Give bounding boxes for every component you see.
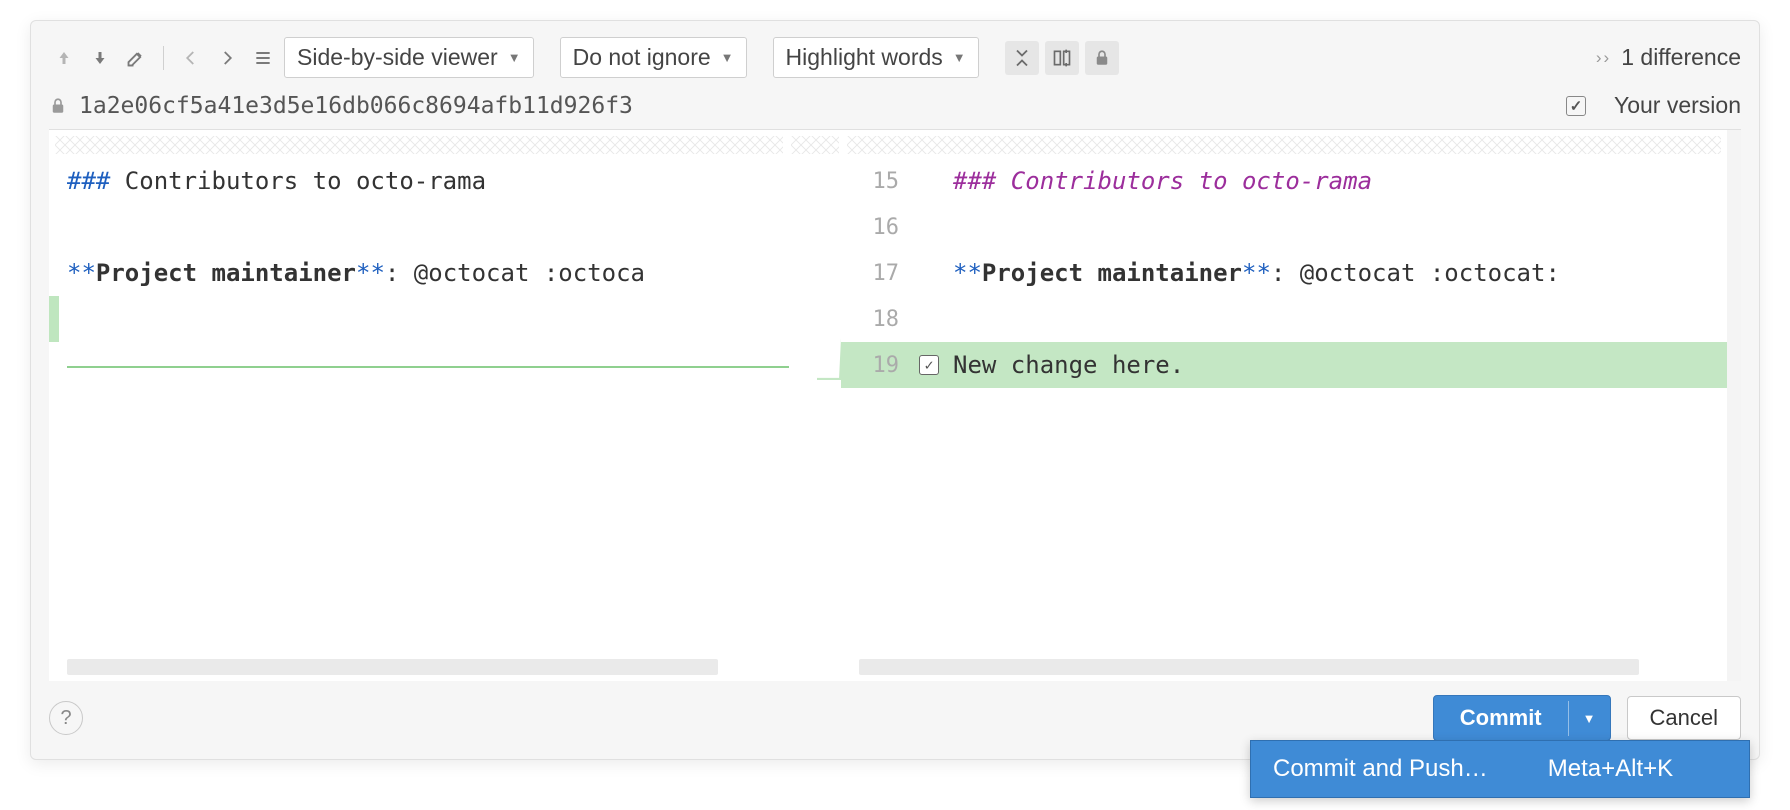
fold-indicator [791,136,839,154]
forward-icon[interactable] [212,43,242,73]
added-text: New change here. [947,351,1727,379]
dialog-footer: ? Commit ▼ Cancel [49,681,1741,741]
highlight-mode-label: Highlight words [786,44,943,71]
commit-menu-popup: Commit and Push… Meta+Alt+K [1250,740,1750,798]
collapse-unchanged-icon[interactable] [1005,41,1039,75]
line-number: 19 [841,353,911,378]
line-number: 17 [841,261,911,286]
include-checkbox[interactable]: ✓ [1566,96,1586,116]
code-line [49,296,789,342]
code-line: 17 **Project maintainer**: @octocat :oct… [841,250,1727,296]
line-number: 15 [841,169,911,194]
diff-connector [789,130,841,681]
sync-scroll-icon[interactable] [1045,41,1079,75]
fold-indicator [847,136,1721,154]
line-number: 18 [841,307,911,332]
code-line: 15 ### Contributors to octo-rama [841,158,1727,204]
commit-hash: 1a2e06cf5a41e3d5e16db066c8694afb11d926f3 [79,93,839,119]
caret-down-icon: ▼ [953,50,966,65]
left-diff-pane[interactable]: ### Contributors to octo-rama **Project … [49,130,789,681]
help-icon[interactable]: ? [49,701,83,735]
code-line: 18 [841,296,1727,342]
diff-bridge [817,338,841,380]
added-line: 19 ✓ New change here. [841,342,1727,388]
commit-and-push-item[interactable]: Commit and Push… [1273,755,1488,783]
shortcut-label: Meta+Alt+K [1548,755,1673,783]
lock-icon [49,97,69,115]
settings-lines-icon[interactable] [248,43,278,73]
viewer-mode-label: Side-by-side viewer [297,44,498,71]
fold-indicator [55,136,783,154]
horizontal-scrollbar[interactable] [67,659,718,675]
back-icon[interactable] [176,43,206,73]
diff-count: ›› 1 difference [1596,44,1741,71]
commit-button[interactable]: Commit ▼ [1433,695,1611,741]
diff-header: 1a2e06cf5a41e3d5e16db066c8694afb11d926f3… [49,88,1741,125]
code-line [49,204,789,250]
highlight-mode-dropdown[interactable]: Highlight words ▼ [773,37,979,78]
commit-button-label: Commit [1434,696,1568,740]
diff-toolbar: Side-by-side viewer ▼ Do not ignore ▼ Hi… [49,33,1741,88]
right-panel-title: Your version [1614,92,1741,119]
ignore-mode-label: Do not ignore [573,44,711,71]
caret-down-icon: ▼ [508,50,521,65]
insertion-marker [67,366,789,368]
viewer-mode-dropdown[interactable]: Side-by-side viewer ▼ [284,37,534,78]
line-include-checkbox[interactable]: ✓ [919,355,939,375]
prev-change-icon[interactable] [49,43,79,73]
diff-count-label: 1 difference [1621,44,1741,71]
caret-down-icon: ▼ [721,50,734,65]
cancel-button[interactable]: Cancel [1627,696,1741,740]
code-line: ### Contributors to octo-rama [49,158,789,204]
separator [163,46,164,70]
line-number: 16 [841,215,911,240]
right-diff-pane[interactable]: 15 ### Contributors to octo-rama 16 17 *… [841,130,1741,681]
diff-dialog: Side-by-side viewer ▼ Do not ignore ▼ Hi… [30,20,1760,760]
code-line: 16 [841,204,1727,250]
commit-split-caret[interactable]: ▼ [1568,701,1610,736]
next-change-icon[interactable] [85,43,115,73]
horizontal-scrollbar[interactable] [859,659,1639,675]
edit-icon[interactable] [121,43,151,73]
code-line: **Project maintainer**: @octocat :octoca [49,250,789,296]
more-icon[interactable]: ›› [1596,48,1611,68]
ignore-mode-dropdown[interactable]: Do not ignore ▼ [560,37,747,78]
readonly-lock-icon[interactable] [1085,41,1119,75]
diff-area: ### Contributors to octo-rama **Project … [49,129,1741,681]
